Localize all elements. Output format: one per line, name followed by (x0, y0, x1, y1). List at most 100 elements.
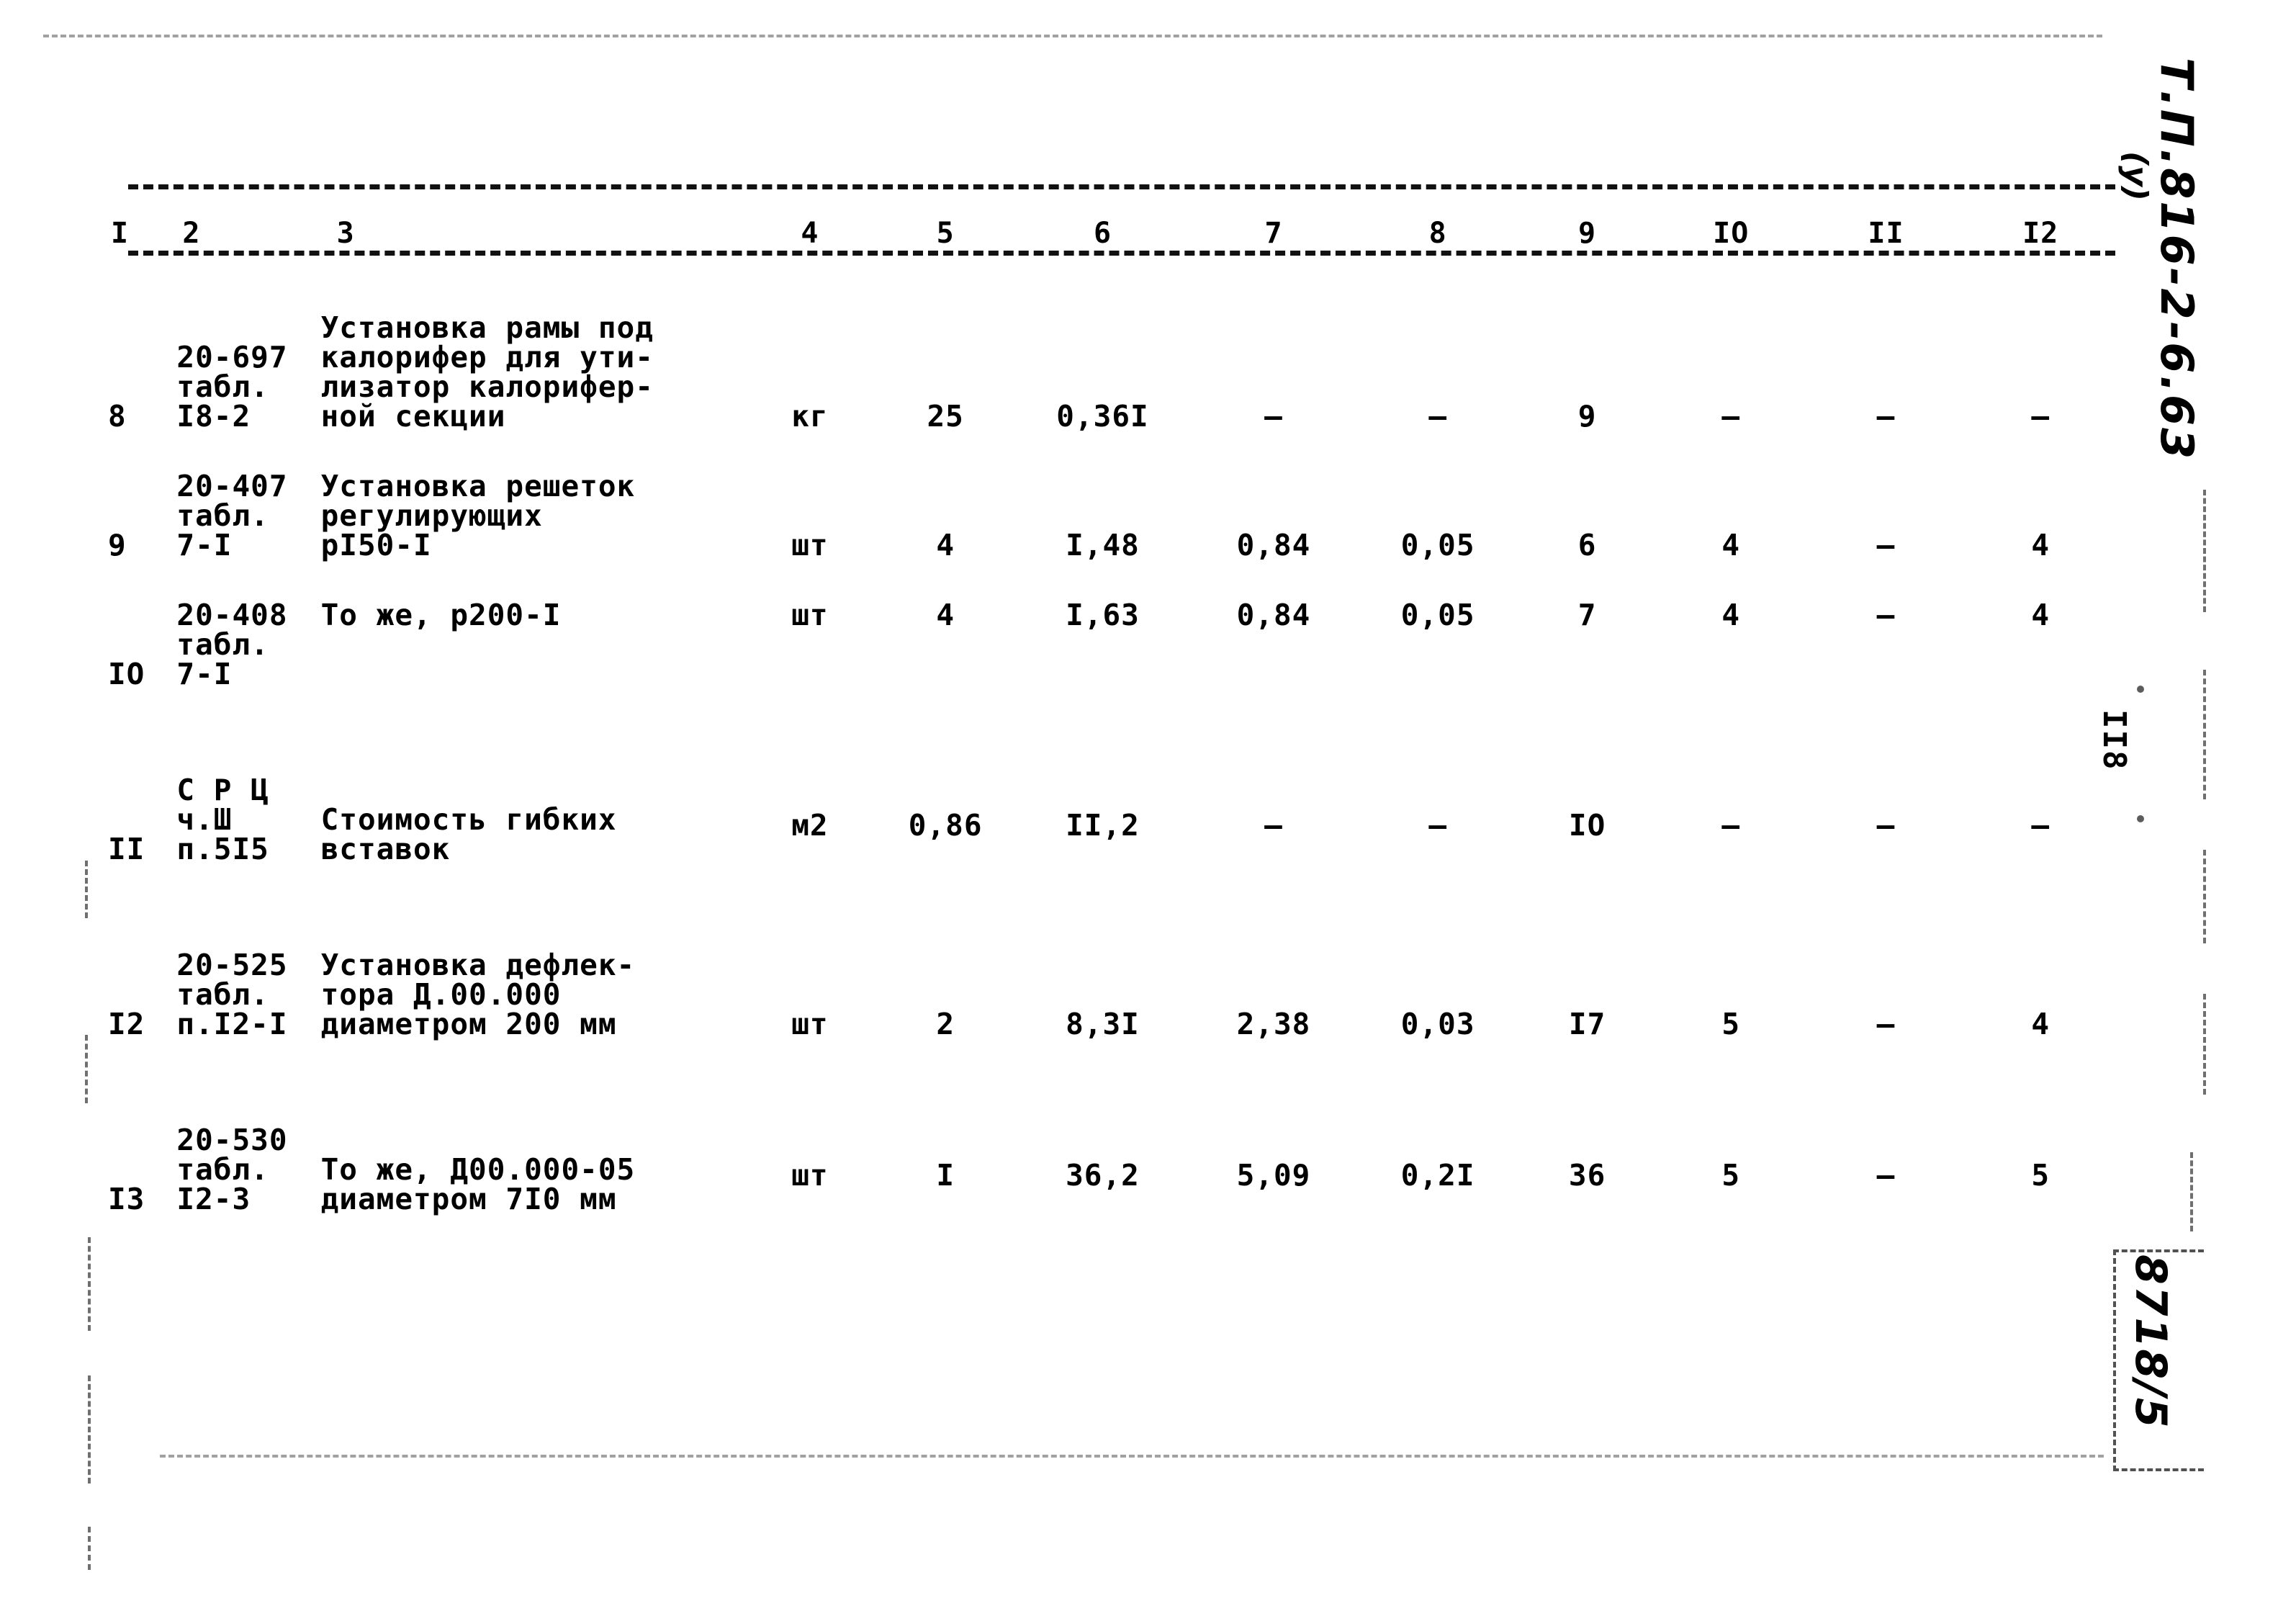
row-value-8: 0,05 (1400, 528, 1475, 562)
row-value-5: 4 (936, 528, 955, 562)
row-description: Установка рамы под калорифер для ути- ли… (320, 310, 654, 434)
row-value-12: 4 (2031, 1007, 2050, 1041)
row-gap (108, 689, 2117, 776)
row-value-8: 0,03 (1400, 1007, 1475, 1041)
row-value-8: – (1428, 808, 1447, 843)
row-value-11: – (1876, 598, 1896, 632)
column-header-9: 9 (1578, 217, 1597, 250)
row-value-5: 2 (936, 1007, 955, 1041)
row-code: 20-530 табл. I2-3 (176, 1123, 288, 1216)
right-margin-mark-2 (2203, 670, 2206, 799)
row-code: С Р Ц ч.Ш п.5I5 (176, 773, 269, 866)
row-value-11: – (1876, 1007, 1896, 1041)
row-value-6: 36,2 (1066, 1158, 1140, 1193)
row-description: Установка решеток регулирующих рI50-I (320, 469, 636, 562)
row-number: II (108, 832, 145, 866)
right-margin-mark-3 (2203, 850, 2206, 943)
column-header-11: II (1868, 217, 1904, 250)
row-code: 20-525 табл. п.I2-I (176, 948, 288, 1041)
row-value-7: – (1264, 399, 1283, 434)
row-value-9: 36 (1568, 1158, 1606, 1193)
column-header-5: 5 (936, 217, 955, 250)
left-margin-mark-5 (88, 1527, 91, 1570)
row-gap (108, 431, 2117, 472)
table-row: II С Р Ц ч.Ш п.5I5 Стоимость гибких вста… (108, 776, 2117, 864)
row-value-5: 25 (927, 399, 964, 434)
left-margin-mark-2 (85, 1035, 88, 1103)
row-gap (108, 864, 2117, 951)
row-value-12: – (2031, 399, 2050, 434)
column-header-1: I (111, 217, 130, 250)
row-unit: шт (791, 1158, 829, 1193)
sheet-code-label: 8718/5 (2125, 1254, 2176, 1429)
row-value-11: – (1876, 1158, 1896, 1193)
left-margin-mark-4 (88, 1375, 91, 1483)
row-value-6: II,2 (1066, 808, 1140, 843)
row-number: I2 (108, 1007, 145, 1041)
row-value-7: 0,84 (1236, 598, 1311, 632)
table-header-row: I 2 3 4 5 6 7 8 9 IO II I2 (108, 184, 2117, 250)
column-header-8: 8 (1428, 217, 1447, 250)
row-description: То же, р200-I (320, 598, 562, 632)
column-header-7: 7 (1264, 217, 1283, 250)
column-header-2: 2 (182, 217, 201, 250)
row-value-6: 8,3I (1066, 1007, 1140, 1041)
row-value-9: 9 (1577, 399, 1597, 434)
row-value-8: 0,05 (1400, 598, 1475, 632)
row-description: Установка дефлек- тора Д.00.000 диаметро… (320, 948, 636, 1041)
row-value-7: – (1264, 808, 1283, 843)
row-value-5: 4 (936, 598, 955, 632)
row-value-9: 7 (1577, 598, 1597, 632)
left-margin-mark-3 (88, 1237, 91, 1331)
table-row: I3 20-530 табл. I2-3 То же, Д00.000-05 д… (108, 1126, 2117, 1214)
row-value-5: 0,86 (908, 808, 983, 843)
row-value-11: – (1876, 528, 1896, 562)
right-margin-mark-4 (2203, 994, 2206, 1095)
row-unit: шт (791, 528, 829, 562)
row-value-8: 0,2I (1400, 1158, 1475, 1193)
row-unit: м2 (791, 808, 829, 843)
row-value-9: IO (1568, 808, 1606, 843)
table-row: IO 20-408 табл. 7-I То же, р200-I шт 4 I… (108, 601, 2117, 689)
row-value-11: – (1876, 399, 1896, 434)
document-page: I 2 3 4 5 6 7 8 9 IO II I2 8 20-697 табл… (0, 0, 2296, 1616)
row-value-12: – (2031, 808, 2050, 843)
row-code: 20-407 табл. 7-I (176, 469, 288, 562)
document-code-suffix: (у) (2117, 151, 2154, 201)
margin-dot-upper (2137, 686, 2144, 693)
row-value-6: I,63 (1066, 598, 1140, 632)
row-unit: шт (791, 598, 829, 632)
column-header-4: 4 (801, 217, 819, 250)
row-value-7: 0,84 (1236, 528, 1311, 562)
row-value-5: I (936, 1158, 955, 1193)
header-gap (108, 250, 2117, 313)
row-number: IO (108, 657, 145, 691)
row-value-10: 4 (1721, 598, 1741, 632)
row-value-12: 4 (2031, 528, 2050, 562)
table-row: 9 20-407 табл. 7-I Установка решеток рег… (108, 472, 2117, 560)
row-value-8: – (1428, 399, 1447, 434)
row-value-12: 4 (2031, 598, 2050, 632)
table-row: 8 20-697 табл. I8-2 Установка рамы под к… (108, 313, 2117, 431)
row-value-11: – (1876, 808, 1896, 843)
right-margin-mark-5 (2190, 1152, 2193, 1231)
row-number: 9 (108, 528, 127, 562)
row-code: 20-408 табл. 7-I (176, 598, 288, 691)
row-value-10: 4 (1721, 528, 1741, 562)
row-description: Стоимость гибких вставок (320, 802, 617, 866)
row-code: 20-697 табл. I8-2 (176, 340, 288, 434)
page-number-label: II8 (2096, 709, 2133, 771)
row-value-10: – (1721, 399, 1741, 434)
row-value-9: I7 (1568, 1007, 1606, 1041)
row-value-10: 5 (1721, 1158, 1741, 1193)
top-dashed-rule (43, 35, 2102, 37)
right-margin-mark-1 (2203, 490, 2206, 612)
row-description: То же, Д00.000-05 диаметром 7I0 мм (320, 1152, 636, 1216)
row-unit: кг (791, 399, 829, 434)
row-number: I3 (108, 1182, 145, 1216)
row-number: 8 (108, 399, 127, 434)
column-header-12: I2 (2022, 217, 2059, 250)
column-header-3: 3 (336, 217, 355, 250)
row-value-6: 0,36I (1056, 399, 1149, 434)
column-header-6: 6 (1093, 217, 1112, 250)
